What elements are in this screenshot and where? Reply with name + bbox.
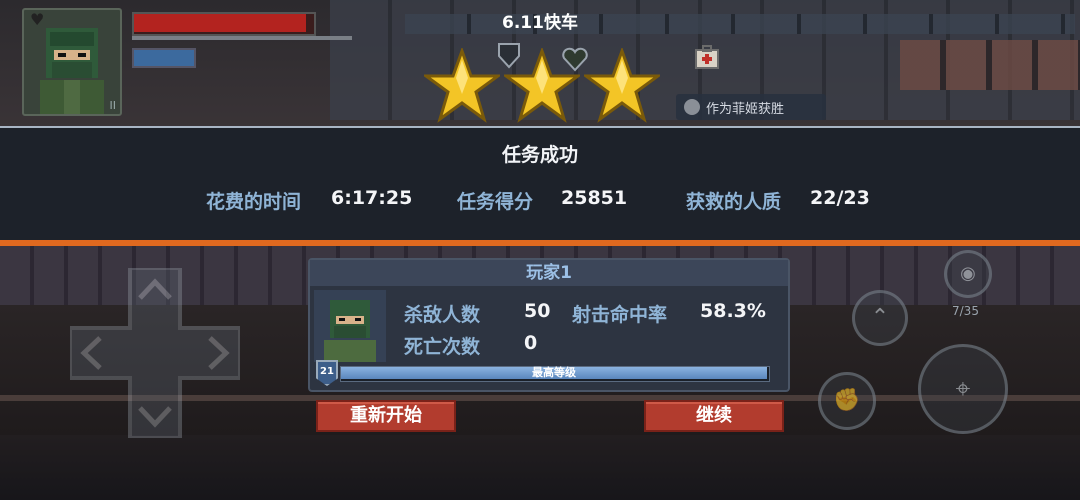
fire-button[interactable]: ⌖ bbox=[918, 344, 1008, 434]
continue-button[interactable]: 继续 bbox=[644, 400, 784, 432]
dpad[interactable] bbox=[70, 268, 240, 438]
grenade-bar bbox=[132, 48, 196, 68]
hostages-value: 22/23 bbox=[810, 187, 870, 209]
player-avatar bbox=[314, 290, 386, 362]
health-bar bbox=[134, 14, 306, 32]
star-icon bbox=[581, 46, 663, 124]
level-title: 6.11快车 bbox=[502, 13, 578, 33]
character-icon bbox=[684, 99, 700, 115]
deaths-value: 0 bbox=[524, 332, 538, 354]
time-label: 花费的时间 bbox=[206, 191, 302, 213]
xp-label: 最高等级 bbox=[532, 366, 576, 379]
star-rating bbox=[421, 46, 664, 128]
kills-label: 杀敌人数 bbox=[404, 304, 481, 326]
pause-marker: II bbox=[109, 99, 117, 112]
melee-button[interactable]: ✊ bbox=[818, 372, 876, 430]
bonus-objective: 作为菲姬获胜 bbox=[676, 94, 826, 120]
train-windows bbox=[900, 40, 1080, 90]
star-icon bbox=[501, 46, 583, 124]
kills-value: 50 bbox=[524, 300, 551, 322]
time-value: 6:17:25 bbox=[331, 187, 413, 209]
accuracy-value: 58.3% bbox=[700, 300, 766, 322]
player-stats-panel: 玩家1 杀敌人数 50 射击命中率 58.3% 死亡次数 0 21 最高等级 bbox=[308, 258, 790, 392]
player-name: 玩家1 bbox=[310, 260, 788, 286]
health-sub-bar bbox=[132, 36, 352, 40]
score-value: 25851 bbox=[561, 187, 628, 209]
grenade-button[interactable]: ◉ bbox=[944, 250, 992, 298]
ammo-counter: 7/35 bbox=[952, 304, 979, 318]
level-badge: 21 bbox=[316, 360, 338, 386]
accuracy-label: 射击命中率 bbox=[572, 304, 668, 326]
restart-button[interactable]: 重新开始 bbox=[316, 400, 456, 432]
deaths-label: 死亡次数 bbox=[404, 336, 481, 358]
jump-button[interactable]: ⌃ bbox=[852, 290, 908, 346]
star-icon bbox=[421, 46, 503, 124]
mission-result-title: 任务成功 bbox=[501, 144, 578, 166]
soldier-avatar-icon bbox=[324, 300, 376, 362]
mission-result-banner: 任务成功 花费的时间 6:17:25 任务得分 25851 获救的人质 22/2… bbox=[0, 126, 1080, 244]
medkit-icon bbox=[695, 45, 719, 69]
hostages-label: 获救的人质 bbox=[686, 191, 782, 213]
bonus-objective-text: 作为菲姬获胜 bbox=[706, 101, 785, 117]
ground bbox=[0, 435, 1080, 500]
banner-accent-line bbox=[0, 240, 1080, 246]
score-label: 任务得分 bbox=[457, 191, 534, 213]
heart-icon: ♥ bbox=[30, 10, 45, 29]
